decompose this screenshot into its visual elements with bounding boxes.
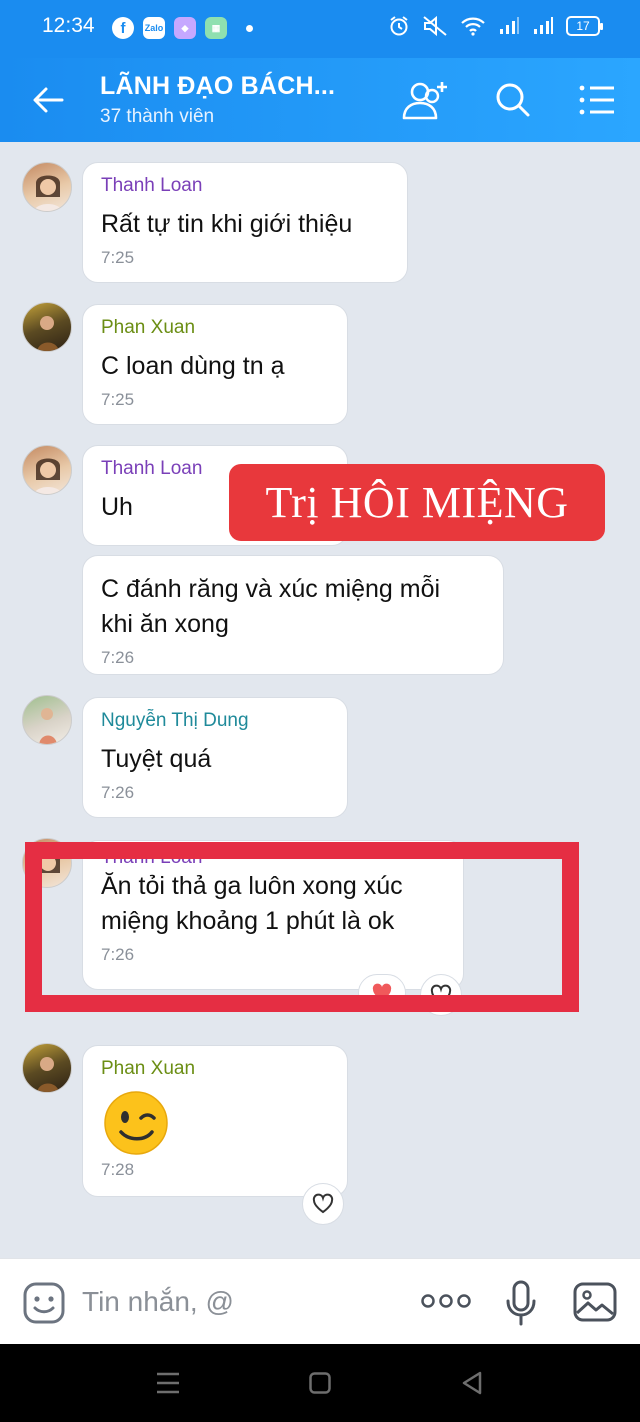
message-text: Rất tự tin khi giới thiệu	[101, 210, 353, 238]
sender-name: Phan Xuan	[101, 1058, 196, 1079]
calendar-app-icon: ▦	[205, 17, 227, 39]
message-time: 7:28	[101, 1160, 135, 1179]
group-title[interactable]: LÃNH ĐẠO BÁCH...	[100, 72, 335, 101]
message-bubble[interactable]: Thanh Loan Rất tự tin khi giới thiệu 7:2…	[82, 162, 408, 283]
member-count[interactable]: 37 thành viên	[100, 106, 214, 128]
message-text-line: C đánh răng và xúc miệng mỗi	[101, 575, 441, 603]
message-input[interactable]: Tin nhắn, @	[82, 1286, 234, 1318]
more-notifications-dot	[246, 24, 253, 32]
notification-icons: f Zalo ◆ ▦	[112, 17, 253, 39]
message-bubble[interactable]: Nguyễn Thị Dung Tuyệt quá 7:26	[82, 697, 348, 818]
message-text: Tuyệt quá	[101, 745, 212, 773]
alarm-icon	[390, 16, 408, 36]
home-icon[interactable]	[308, 1371, 332, 1395]
sender-name: Phan Xuan	[101, 317, 196, 338]
message-bubble[interactable]: Phan Xuan 7:28	[82, 1045, 348, 1197]
message-bubble[interactable]: C đánh răng và xúc miệng mỗi khi ăn xong…	[82, 555, 504, 675]
recent-apps-icon[interactable]	[155, 1371, 181, 1395]
chat-header: LÃNH ĐẠO BÁCH... 37 thành viên	[0, 58, 640, 142]
heart-outline-icon	[312, 1193, 334, 1214]
message-time: 7:26	[101, 783, 135, 802]
menu-icon[interactable]	[572, 76, 624, 124]
message-time: 7:25	[101, 390, 135, 409]
message-time: 7:25	[101, 248, 135, 267]
message-text-line: khi ăn xong	[101, 610, 229, 638]
facebook-icon: f	[112, 17, 134, 39]
image-icon[interactable]	[572, 1281, 618, 1323]
mute-icon	[423, 15, 447, 37]
battery-icon: 17	[566, 16, 603, 36]
nav-back-icon[interactable]	[460, 1370, 484, 1396]
highlight-box	[25, 842, 579, 1012]
wink-emoji-icon	[104, 1091, 168, 1155]
add-member-icon[interactable]	[398, 76, 450, 124]
shortcut-icon: ◆	[174, 17, 196, 39]
overlay-caption: Trị HÔI MIỆNG	[229, 464, 605, 541]
sender-name: Nguyễn Thị Dung	[101, 710, 249, 731]
signal-icon	[500, 17, 519, 34]
status-time: 12:34	[42, 14, 95, 37]
sender-name: Thanh Loan	[101, 175, 203, 196]
system-icons: 17	[388, 15, 603, 37]
signal-icon-2	[534, 17, 553, 34]
sticker-icon[interactable]	[22, 1281, 66, 1325]
status-bar: 12:34 f Zalo ◆ ▦ 17	[0, 0, 640, 58]
react-button[interactable]	[302, 1183, 344, 1225]
message-input-bar: Tin nhắn, @	[0, 1258, 640, 1344]
avatar[interactable]	[22, 1043, 72, 1093]
zalo-icon: Zalo	[143, 17, 165, 39]
back-arrow-icon[interactable]	[28, 80, 68, 120]
system-nav-bar	[0, 1344, 640, 1422]
more-options-icon[interactable]	[420, 1293, 472, 1309]
message-time: 7:26	[101, 648, 135, 667]
message-bubble[interactable]: Phan Xuan C loan dùng tn ạ 7:25	[82, 304, 348, 425]
message-text: C loan dùng tn ạ	[101, 352, 285, 380]
wifi-icon	[461, 17, 485, 36]
avatar[interactable]	[22, 162, 72, 212]
microphone-icon[interactable]	[504, 1279, 538, 1327]
avatar[interactable]	[22, 302, 72, 352]
avatar[interactable]	[22, 445, 72, 495]
avatar[interactable]	[22, 695, 72, 745]
search-icon[interactable]	[488, 76, 540, 124]
